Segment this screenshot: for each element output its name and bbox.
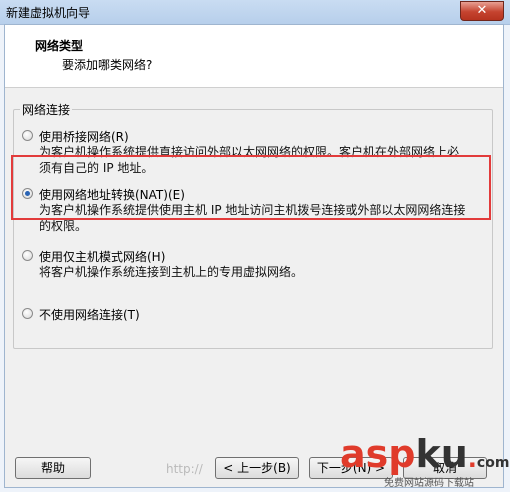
nat-highlight-box [11, 155, 491, 220]
radio-host-only[interactable] [22, 250, 33, 261]
help-button[interactable]: 帮助 [15, 457, 91, 479]
group-legend: 网络连接 [20, 101, 73, 118]
watermark-subtitle: 免费网站源码下载站 [384, 478, 474, 489]
radio-bridged[interactable] [22, 130, 33, 141]
option-no-network-label[interactable]: 不使用网络连接(T) [39, 306, 140, 323]
wizard-header: 网络类型 要添加哪类网络? [5, 25, 503, 88]
close-button[interactable]: ✕ [460, 1, 504, 21]
watermark-logo-tld: com [476, 455, 510, 471]
wizard-window: 网络类型 要添加哪类网络? 网络连接 使用桥接网络(R) 为客户机操作系统提供直… [4, 24, 504, 488]
page-title: 网络类型 [35, 39, 84, 53]
watermark-url: http:// [166, 462, 203, 476]
watermark-logo-ku: ku [415, 432, 468, 476]
option-host-only-label[interactable]: 使用仅主机模式网络(H) [39, 248, 165, 265]
watermark-logo: aspku.com [340, 432, 509, 476]
option-host-only-desc: 将客户机操作系统连接到主机上的专用虚拟网络。 [39, 265, 304, 279]
radio-no-network[interactable] [22, 308, 33, 319]
option-bridged-label[interactable]: 使用桥接网络(R) [39, 128, 129, 145]
window-title: 新建虚拟机向导 [6, 6, 91, 20]
back-button[interactable]: < 上一步(B) [215, 457, 299, 479]
page-subtitle: 要添加哪类网络? [62, 58, 153, 72]
network-connection-group: 网络连接 使用桥接网络(R) 为客户机操作系统提供直接访问外部以太网网络的权限。… [13, 101, 493, 349]
watermark-logo-dot: . [467, 445, 477, 473]
close-icon: ✕ [476, 3, 488, 18]
title-bar: 新建虚拟机向导 ✕ [0, 0, 510, 25]
watermark-logo-asp: asp [340, 432, 416, 476]
